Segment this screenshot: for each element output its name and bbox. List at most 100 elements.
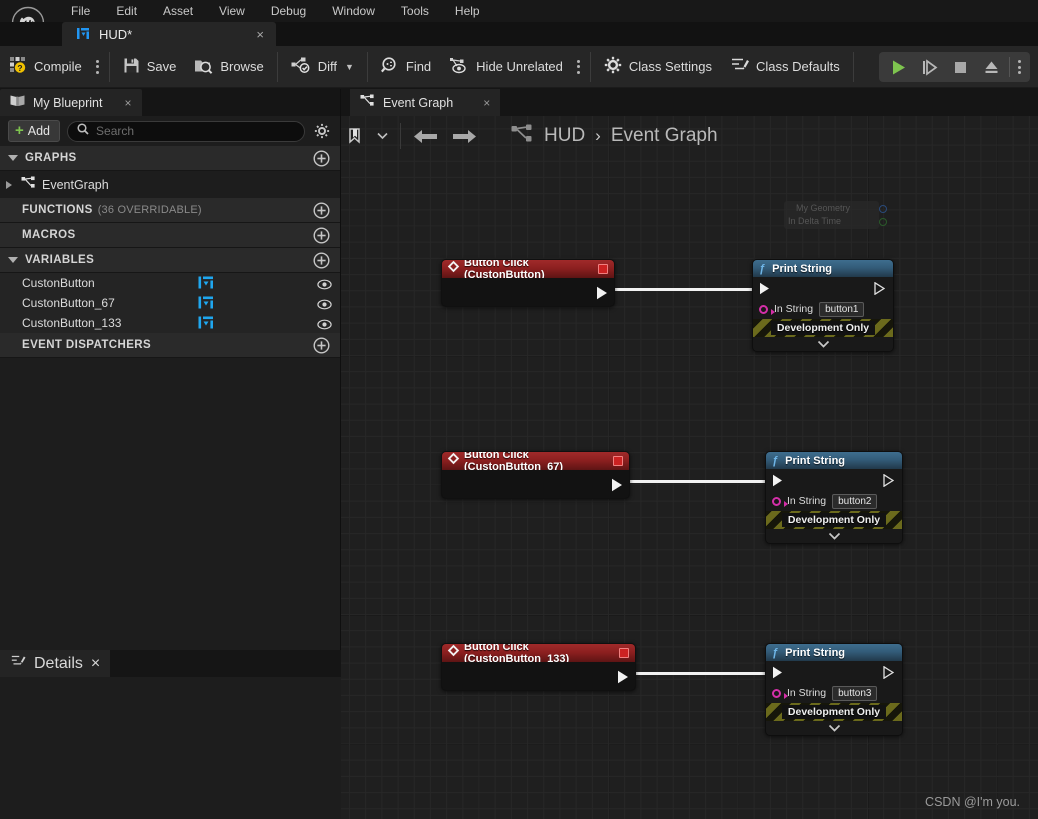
variable-row-custonbutton-67[interactable]: CustonButton_67 xyxy=(0,293,340,313)
exec-input-pin[interactable] xyxy=(772,666,783,684)
variable-label: CustonButton xyxy=(22,276,95,290)
add-graph-icon[interactable] xyxy=(313,150,330,172)
node-expand-chevron-down-icon[interactable] xyxy=(766,721,902,735)
details-tab-close-icon[interactable]: × xyxy=(91,655,100,673)
exec-input-pin[interactable] xyxy=(772,474,783,492)
event-node-button-click-1[interactable]: Button Click (CustonButton) xyxy=(441,259,615,307)
function-node-print-string-2[interactable]: ƒ Print String In String button2 Develop… xyxy=(765,451,903,544)
menu-item-view[interactable]: View xyxy=(206,1,258,21)
menu-item-asset[interactable]: Asset xyxy=(150,1,206,21)
pin-value-in-string[interactable]: button1 xyxy=(819,301,865,317)
event-graph-tab-close-icon[interactable]: × xyxy=(483,96,490,110)
string-pin-icon[interactable] xyxy=(772,688,788,699)
compile-label: Compile xyxy=(34,59,82,74)
search-input[interactable]: Search xyxy=(67,120,305,142)
menu-item-list: File Edit Asset View Debug Window Tools … xyxy=(58,1,493,21)
my-blueprint-settings-gear-icon[interactable] xyxy=(312,123,332,139)
browse-label: Browse xyxy=(220,59,264,74)
function-exec-row xyxy=(766,661,902,683)
pin-value-in-string[interactable]: button2 xyxy=(832,493,878,509)
section-header-functions[interactable]: FUNCTIONS (36 OVERRIDABLE) xyxy=(0,198,340,223)
toolbar-divider-3 xyxy=(366,51,368,82)
event-graph-canvas[interactable]: My Geometry In Delta Time HUD › Event Gr… xyxy=(341,89,1038,819)
class-defaults-label: Class Defaults xyxy=(755,59,840,74)
exec-output-pin[interactable] xyxy=(611,478,623,497)
eject-button[interactable] xyxy=(976,52,1007,82)
browse-button[interactable]: Browse xyxy=(185,46,272,88)
save-disk-icon xyxy=(123,57,140,77)
add-macro-icon[interactable] xyxy=(313,227,330,249)
exec-output-pin[interactable] xyxy=(596,286,608,305)
class-settings-label: Class Settings xyxy=(628,59,712,74)
bookmark-button[interactable] xyxy=(341,116,370,156)
function-node-print-string-1[interactable]: ƒ Print String In String button1 Develop… xyxy=(752,259,894,352)
hide-unrelated-button[interactable]: Hide Unrelated xyxy=(440,46,572,88)
add-variable-icon[interactable] xyxy=(313,252,330,274)
node-expand-chevron-down-icon[interactable] xyxy=(753,337,893,351)
event-node-delegate-pin[interactable] xyxy=(598,264,608,274)
development-only-label: Development Only xyxy=(770,321,876,335)
event-node-button-click-2[interactable]: Button Click (CustonButton_67) xyxy=(441,451,630,499)
hide-unrelated-options-icon[interactable] xyxy=(572,46,586,88)
ghost-pin-blue-icon xyxy=(879,205,887,213)
find-button[interactable]: Find xyxy=(372,46,440,88)
add-event-dispatcher-icon[interactable] xyxy=(313,337,330,359)
exec-output-pin[interactable] xyxy=(874,281,886,300)
string-pin-icon[interactable] xyxy=(759,304,775,315)
my-blueprint-tab-close-icon[interactable]: × xyxy=(124,96,131,110)
event-node-delegate-pin[interactable] xyxy=(613,456,623,466)
class-settings-button[interactable]: Class Settings xyxy=(595,46,721,88)
function-exec-row xyxy=(753,277,893,299)
variable-row-custonbutton[interactable]: CustonButton xyxy=(0,273,340,293)
exec-output-pin[interactable] xyxy=(883,665,895,684)
menu-item-debug[interactable]: Debug xyxy=(258,1,319,21)
menu-item-help[interactable]: Help xyxy=(442,1,493,21)
graph-item-eventgraph[interactable]: EventGraph xyxy=(0,171,340,198)
exec-output-pin[interactable] xyxy=(883,473,895,492)
compile-options-icon[interactable] xyxy=(91,46,105,88)
section-header-graphs[interactable]: GRAPHS xyxy=(0,146,340,171)
tab-event-graph[interactable]: Event Graph × xyxy=(350,89,501,116)
navigate-back-button[interactable] xyxy=(406,116,445,156)
tab-details[interactable]: Details × xyxy=(0,650,111,677)
play-options-icon[interactable] xyxy=(1012,52,1026,82)
event-node-delegate-pin[interactable] xyxy=(619,648,629,658)
function-node-print-string-3[interactable]: ƒ Print String In String button3 Develop… xyxy=(765,643,903,736)
menu-item-file[interactable]: File xyxy=(58,1,103,21)
development-only-label: Development Only xyxy=(781,705,887,719)
step-button[interactable] xyxy=(914,52,945,82)
stop-button[interactable] xyxy=(945,52,976,82)
hide-unrelated-eye-icon xyxy=(449,57,469,77)
compile-button[interactable]: ? Compile xyxy=(0,46,91,88)
navigate-forward-button[interactable] xyxy=(445,116,484,156)
event-graph-tab-icon xyxy=(360,94,375,112)
save-button[interactable]: Save xyxy=(114,46,186,88)
tab-my-blueprint[interactable]: My Blueprint × xyxy=(0,89,142,116)
my-blueprint-tab-label: My Blueprint xyxy=(33,95,103,110)
pin-value-in-string[interactable]: button3 xyxy=(832,685,878,701)
string-pin-icon[interactable] xyxy=(772,496,788,507)
exec-input-pin[interactable] xyxy=(759,282,770,300)
node-expand-chevron-down-icon[interactable] xyxy=(766,529,902,543)
section-header-macros[interactable]: MACROS xyxy=(0,223,340,248)
class-defaults-button[interactable]: Class Defaults xyxy=(721,46,849,88)
variable-row-custonbutton-133[interactable]: CustonButton_133 xyxy=(0,313,340,333)
section-header-event-dispatchers[interactable]: EVENT DISPATCHERS xyxy=(0,333,340,358)
add-button-label: Add xyxy=(27,124,51,138)
menu-item-tools[interactable]: Tools xyxy=(388,1,442,21)
exec-output-pin[interactable] xyxy=(617,670,629,689)
event-node-button-click-3[interactable]: Button Click (CustonButton_133) xyxy=(441,643,636,691)
diff-button[interactable]: Diff ▼ xyxy=(282,46,363,88)
section-header-variables[interactable]: VARIABLES xyxy=(0,248,340,273)
function-f-icon: ƒ xyxy=(772,454,779,467)
menu-item-edit[interactable]: Edit xyxy=(103,1,150,21)
function-f-icon: ƒ xyxy=(759,262,766,275)
add-function-icon[interactable] xyxy=(313,202,330,224)
asset-tab-close-icon[interactable]: × xyxy=(252,28,268,41)
bookmark-dropdown-chevron-down-icon[interactable] xyxy=(370,116,395,156)
breadcrumb-root-label[interactable]: HUD xyxy=(544,125,585,147)
asset-tab-hud[interactable]: HUD* × xyxy=(62,22,276,46)
add-button[interactable]: + Add xyxy=(8,120,61,142)
menu-item-window[interactable]: Window xyxy=(319,1,388,21)
play-button[interactable] xyxy=(883,52,914,82)
